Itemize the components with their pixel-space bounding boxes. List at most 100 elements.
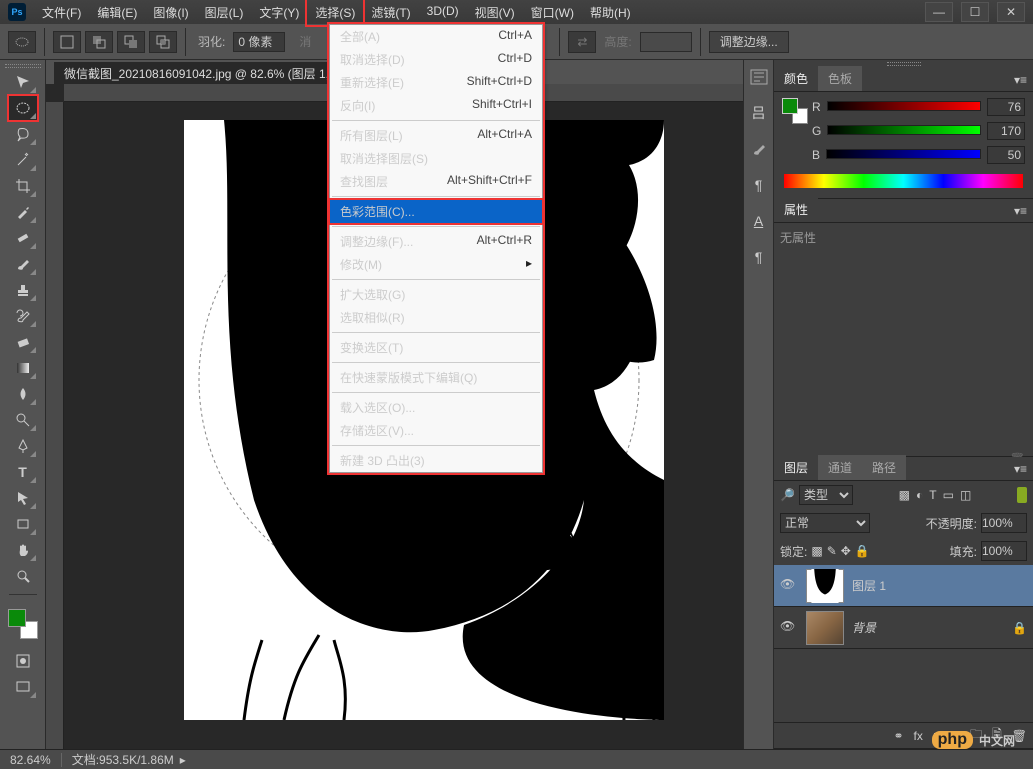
filter-shape-icon[interactable]: ▭ [943,488,954,502]
path-select-tool[interactable] [9,486,37,510]
minimize-button[interactable]: ― [925,2,953,22]
menu-item-14[interactable]: 扩大选取(G) [330,283,542,306]
g-slider[interactable] [827,125,981,137]
panel-menu-icon[interactable]: ▾≡ [1008,200,1033,222]
link-layers-icon[interactable]: ⚭ [893,729,903,743]
sel-new-icon[interactable] [53,31,81,53]
panel-menu-icon[interactable]: ▾≡ [1008,458,1033,480]
fill-input[interactable] [981,541,1027,561]
pen-tool[interactable] [9,434,37,458]
ruler-vertical[interactable] [46,102,64,749]
fg-color-swatch[interactable] [8,609,26,627]
screenmode-tool[interactable] [9,675,37,699]
menu-item-21[interactable]: 载入选区(O)... [330,396,542,419]
menu-item-5[interactable]: 所有图层(L)Alt+Ctrl+A [330,124,542,147]
visibility-icon[interactable]: 👁 [780,619,798,637]
menu-item-19[interactable]: 在快速蒙版模式下编辑(Q) [330,366,542,389]
tab-channels[interactable]: 通道 [818,455,862,480]
menu-layer[interactable]: 图层(L) [197,0,252,25]
menu-item-11[interactable]: 调整边缘(F)...Alt+Ctrl+R [330,230,542,253]
color-swatches[interactable] [8,609,38,639]
hand-tool[interactable] [9,538,37,562]
visibility-icon[interactable]: 👁 [780,577,798,595]
fx-icon[interactable]: fx [914,729,923,743]
close-button[interactable]: ✕ [997,2,1025,22]
menu-view[interactable]: 视图(V) [467,0,523,25]
menu-item-3[interactable]: 反向(I)Shift+Ctrl+I [330,94,542,117]
lasso-tool[interactable] [9,122,37,146]
tool-preset-icon[interactable] [8,31,36,53]
tab-paths[interactable]: 路径 [862,455,906,480]
menu-item-17[interactable]: 变换选区(T) [330,336,542,359]
g-input[interactable] [987,122,1025,140]
sel-add-icon[interactable] [85,31,113,53]
layer-name[interactable]: 背景 [852,619,876,636]
brush-tool[interactable] [9,252,37,276]
status-arrow-icon[interactable]: ▸ [180,753,186,767]
menu-filter[interactable]: 滤镜(T) [363,0,418,25]
b-input[interactable] [987,146,1025,164]
feather-input[interactable] [233,32,285,52]
gradient-tool[interactable] [9,356,37,380]
layer-thumbnail[interactable] [806,611,844,645]
menu-item-0[interactable]: 全部(A)Ctrl+A [330,25,542,48]
menu-item-12[interactable]: 修改(M)▸ [330,253,542,276]
eyedropper-tool[interactable] [9,200,37,224]
quickmask-tool[interactable] [9,649,37,673]
filter-toggle[interactable] [1017,487,1027,503]
lock-paint-icon[interactable]: ✎ [827,544,837,558]
b-slider[interactable] [826,149,981,161]
blend-mode-select[interactable]: 正常 [780,513,870,533]
blur-tool[interactable] [9,382,37,406]
opacity-input[interactable] [981,513,1027,533]
menu-window[interactable]: 窗口(W) [523,0,582,25]
menu-text[interactable]: 文字(Y) [251,0,307,25]
r-input[interactable] [987,98,1025,116]
filter-adjust-icon[interactable]: ◐ [916,488,923,502]
tool-grip-icon[interactable] [5,64,41,68]
tab-layers[interactable]: 图层 [774,455,818,480]
menu-3d[interactable]: 3D(D) [419,0,467,25]
history-panel-icon[interactable] [749,68,769,86]
menu-item-22[interactable]: 存储选区(V)... [330,419,542,442]
menu-item-7[interactable]: 查找图层Alt+Shift+Ctrl+F [330,170,542,193]
menu-file[interactable]: 文件(F) [34,0,89,25]
text-panel-icon[interactable]: A [749,212,769,230]
menu-select[interactable]: 选择(S) [307,0,363,25]
filter-kind-select[interactable]: 类型 [799,485,853,505]
panel-grip-icon[interactable] [887,62,921,66]
filter-kind-icon[interactable]: 🔎 [780,488,795,502]
tab-color[interactable]: 颜色 [774,66,818,91]
document-size[interactable]: 文档:953.5K/1.86M [72,751,174,768]
menu-item-9[interactable]: 色彩范围(C)... [330,200,542,223]
menu-help[interactable]: 帮助(H) [582,0,639,25]
zoom-tool[interactable] [9,564,37,588]
layer-thumbnail[interactable] [806,569,844,603]
filter-pixel-icon[interactable]: ▩ [899,488,910,502]
refine-edge-button[interactable]: 调整边缘... [709,31,789,53]
move-tool[interactable] [9,70,37,94]
menu-item-6[interactable]: 取消选择图层(S) [330,147,542,170]
dodge-tool[interactable] [9,408,37,432]
menu-item-15[interactable]: 选取相似(R) [330,306,542,329]
panel-menu-icon[interactable]: ▾≡ [1008,69,1033,91]
maximize-button[interactable]: ☐ [961,2,989,22]
crop-tool[interactable] [9,174,37,198]
character-panel-icon[interactable]: 吕 [749,104,769,122]
spectrum-bar[interactable] [784,174,1023,188]
eraser-tool[interactable] [9,330,37,354]
history-brush-tool[interactable] [9,304,37,328]
menu-item-1[interactable]: 取消选择(D)Ctrl+D [330,48,542,71]
menu-edit[interactable]: 编辑(E) [89,0,145,25]
marquee-tool[interactable] [9,96,37,120]
lock-trans-icon[interactable]: ▩ [811,544,822,558]
tab-properties[interactable]: 属性 [774,197,818,222]
menu-image[interactable]: 图像(I) [145,0,196,25]
heal-tool[interactable] [9,226,37,250]
styles-panel-icon[interactable]: ¶ [749,248,769,266]
text-tool[interactable]: T [9,460,37,484]
sel-sub-icon[interactable] [117,31,145,53]
zoom-level[interactable]: 82.64% [10,753,51,767]
stamp-tool[interactable] [9,278,37,302]
paragraph-panel-icon[interactable]: ¶ [749,176,769,194]
